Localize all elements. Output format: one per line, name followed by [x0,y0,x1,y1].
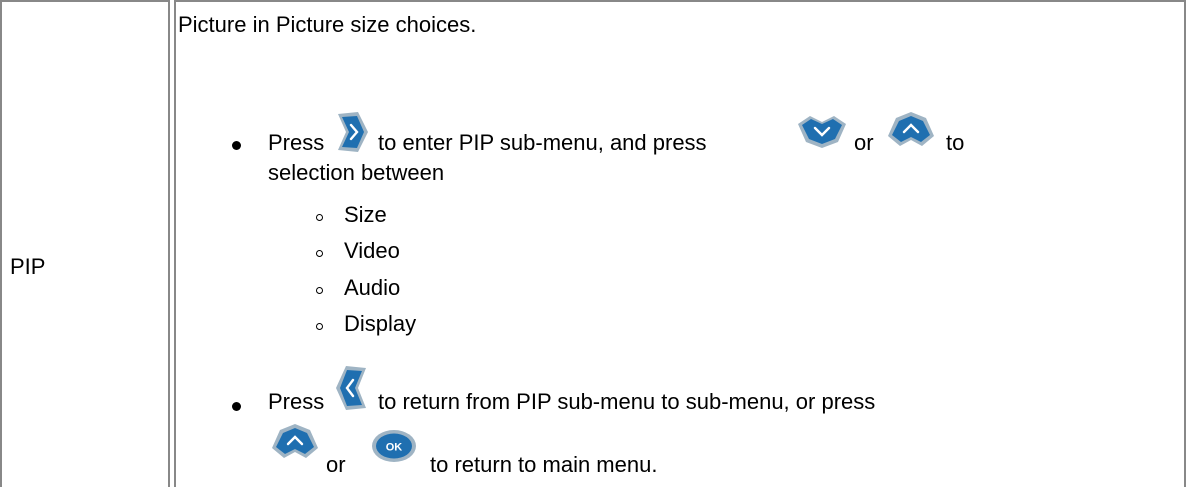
ok-button-icon: OK [370,426,418,466]
or-text: or [854,130,874,155]
sub-item-audio: Audio [344,275,401,300]
row-label-pip: PIP [10,254,46,279]
press-label: Press [268,130,325,155]
left-arrow-button-icon [332,364,372,412]
content-cell: Picture in Picture size choices. Press t… [174,0,1186,487]
down-arrow-button-icon [796,112,848,150]
sub-bullet [316,250,323,257]
sub-item-video: Video [344,238,400,263]
sub-item-size: Size [344,202,387,227]
press-label: Press [268,389,325,414]
sub-item-display: Display [344,311,417,336]
up-arrow-button-icon [884,110,938,150]
description-text: Picture in Picture size choices. [178,12,477,37]
pip-table: PIP Picture in Picture size choices. Pre… [0,0,1186,487]
sub-bullet [316,323,323,330]
bullet-2-line2: to return to main menu. [430,452,658,477]
bullet-dot [232,402,241,411]
or-text: or [326,452,346,477]
bullet-2-text: to return from PIP sub-menu to sub-menu,… [378,389,876,414]
svg-text:OK: OK [386,442,403,454]
right-arrow-button-icon [332,110,372,154]
up-arrow-button-icon [268,422,322,462]
sub-bullet [316,214,323,221]
sub-bullet [316,287,323,294]
to-text: to [946,130,965,155]
bullet-1-text: to enter PIP sub-menu, and press [378,130,707,155]
label-cell: PIP [0,0,170,487]
bullet-1-line2: selection between [268,160,445,185]
bullet-dot [232,141,241,150]
